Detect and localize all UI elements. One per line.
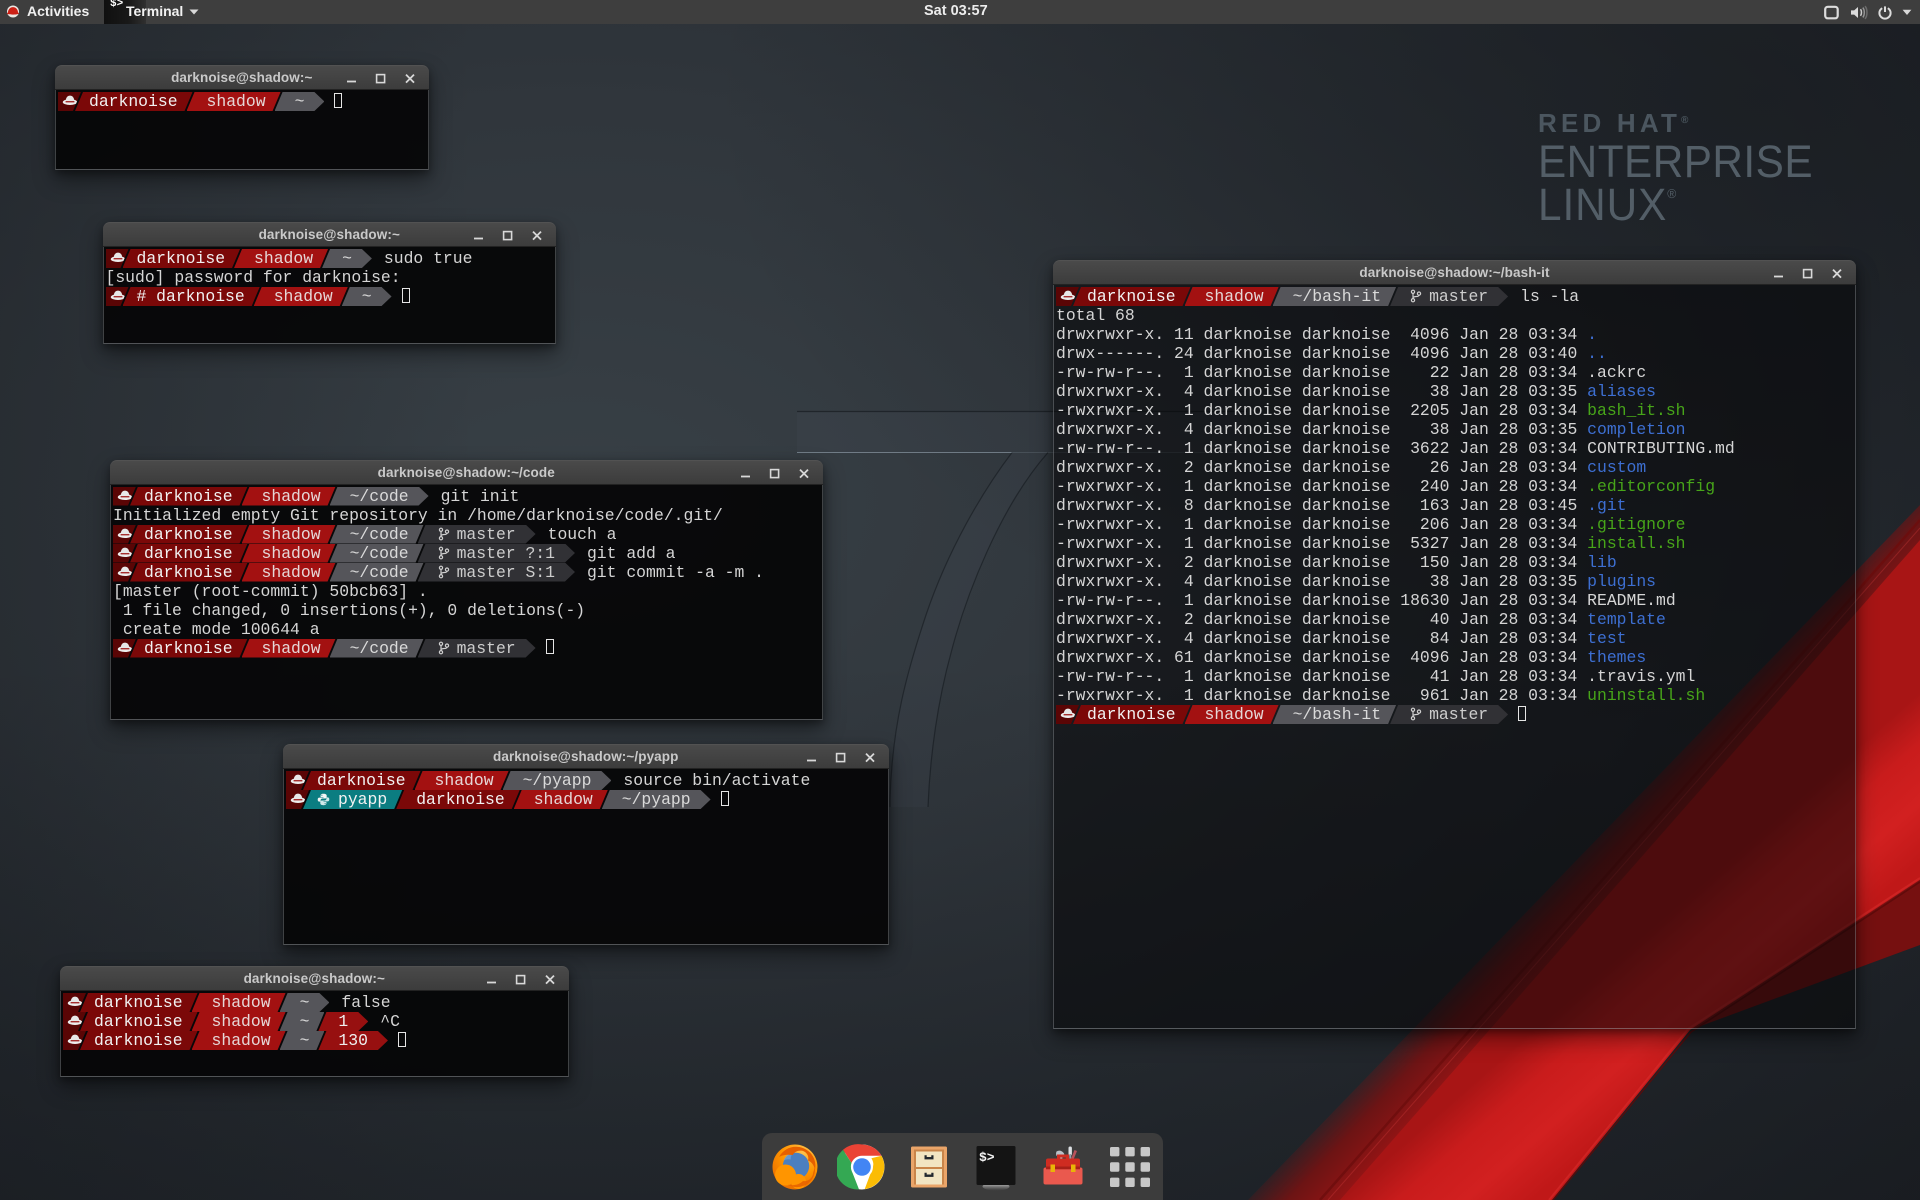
- svg-text:$>: $>: [979, 1150, 995, 1165]
